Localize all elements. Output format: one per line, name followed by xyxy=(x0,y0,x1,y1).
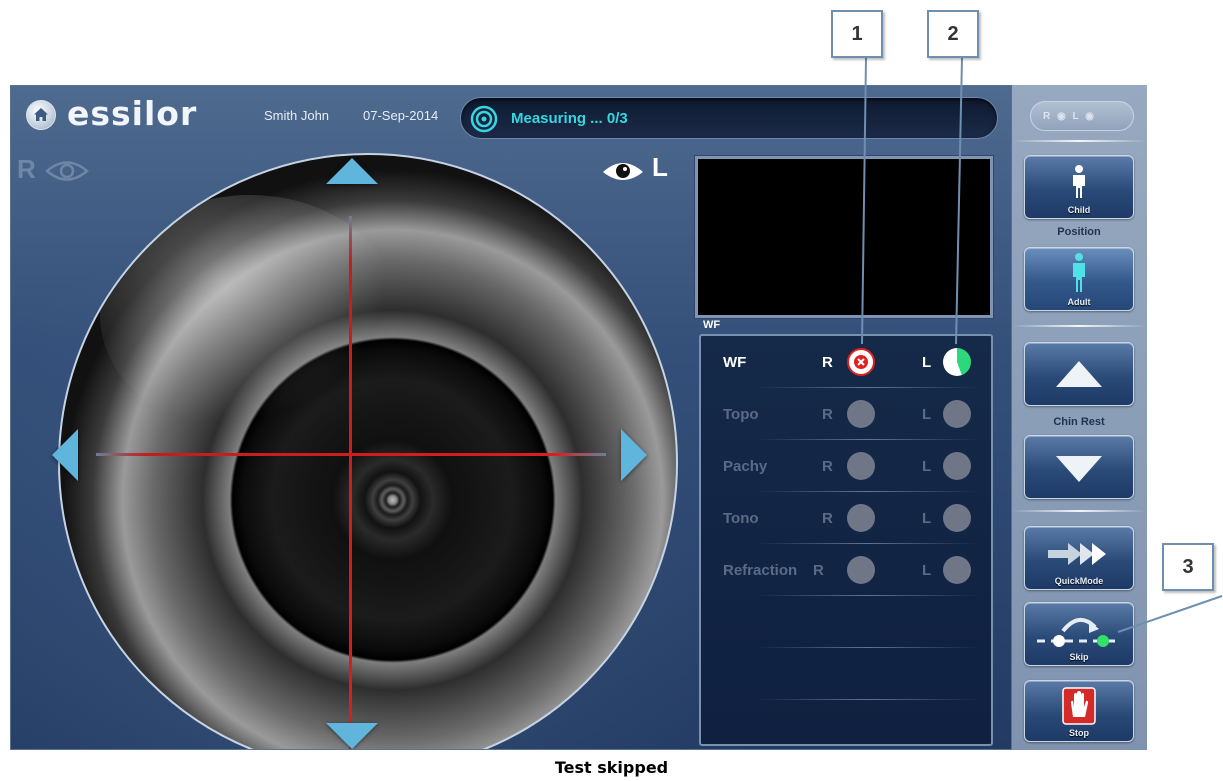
stop-label: Stop xyxy=(1069,728,1089,738)
wf-preview xyxy=(695,156,993,318)
status-failed-icon[interactable] xyxy=(847,348,875,376)
crosshair-vertical xyxy=(349,216,352,749)
left-label: L xyxy=(922,562,932,579)
camera-view xyxy=(58,153,678,749)
left-eye-label: L xyxy=(652,152,668,182)
right-label: R xyxy=(822,354,833,371)
right-label: R xyxy=(822,458,833,475)
status-pending-icon[interactable] xyxy=(943,504,971,532)
measurement-name: Refraction xyxy=(723,562,798,579)
caption: Test skipped xyxy=(554,758,669,777)
divider xyxy=(1012,510,1146,512)
callout-2: 2 xyxy=(927,10,979,58)
crosshair-horizontal xyxy=(96,453,606,456)
target-icon xyxy=(470,105,498,133)
status-pending-icon[interactable] xyxy=(943,400,971,428)
position-label: Position xyxy=(1057,226,1101,238)
brand-logo: essilor xyxy=(67,94,198,133)
triangle-down-icon xyxy=(1056,456,1102,482)
skip-icon xyxy=(1037,618,1121,647)
measurement-name: Tono xyxy=(723,510,759,527)
x-icon xyxy=(854,355,868,369)
home-icon xyxy=(34,108,48,121)
status-pending-icon[interactable] xyxy=(847,400,875,428)
measurement-row-wf: WF R L xyxy=(701,336,991,388)
fast-forward-icon xyxy=(1048,543,1106,565)
quickmode-label: QuickMode xyxy=(1054,576,1104,586)
left-label: L xyxy=(922,458,932,475)
child-icon xyxy=(1073,165,1085,198)
status-bar: Measuring ... 0/3 xyxy=(460,97,998,139)
measurement-name: WF xyxy=(723,354,747,371)
stop-button[interactable]: Stop xyxy=(1024,680,1134,742)
eye-toggle[interactable]: R ◉ L ◉ xyxy=(1030,101,1134,131)
home-button[interactable] xyxy=(26,100,56,130)
empty-row xyxy=(701,700,991,749)
status-text: Measuring ... 0/3 xyxy=(511,110,628,127)
measurement-row-refraction: Refraction R L xyxy=(701,544,991,596)
adult-icon xyxy=(1073,253,1085,292)
right-label: R xyxy=(822,406,833,423)
empty-row xyxy=(701,648,991,700)
chin-rest-down-button[interactable] xyxy=(1024,435,1134,499)
preview-label: WF xyxy=(703,319,721,331)
arrow-left-button[interactable] xyxy=(52,429,78,481)
patient-name: Smith John xyxy=(264,108,330,123)
patient-date: 07-Sep-2014 xyxy=(363,108,439,123)
arrow-down-button[interactable] xyxy=(326,723,378,749)
divider xyxy=(1012,325,1146,327)
chin-rest-label: Chin Rest xyxy=(1053,416,1105,428)
callout-3: 3 xyxy=(1162,543,1214,591)
device-screen: essilor Smith John 07-Sep-2014 Measuring… xyxy=(10,85,1147,750)
adult-button[interactable]: Adult xyxy=(1024,247,1134,311)
divider xyxy=(1012,140,1146,142)
adult-label: Adult xyxy=(1067,297,1091,307)
child-button[interactable]: Child xyxy=(1024,155,1134,219)
status-pending-icon[interactable] xyxy=(943,452,971,480)
quickmode-button[interactable]: QuickMode xyxy=(1024,526,1134,590)
measurement-name: Pachy xyxy=(723,458,768,475)
left-label: L xyxy=(922,406,932,423)
status-progress-icon[interactable] xyxy=(943,348,971,376)
skip-label: Skip xyxy=(1069,652,1089,662)
eye-toggle-label: R ◉ L ◉ xyxy=(1043,111,1096,122)
status-pending-icon[interactable] xyxy=(943,556,971,584)
skip-button[interactable]: Skip xyxy=(1024,602,1134,666)
measurement-name: Topo xyxy=(723,406,759,423)
right-label: R xyxy=(813,562,824,579)
measurement-row-topo: Topo R L xyxy=(701,388,991,440)
arrow-right-button[interactable] xyxy=(621,429,647,481)
stop-hand-icon xyxy=(1062,687,1096,725)
right-eye-label: R xyxy=(17,154,36,184)
eye-icon xyxy=(603,163,643,180)
chin-rest-up-button[interactable] xyxy=(1024,342,1134,406)
empty-row xyxy=(701,596,991,648)
measurement-row-tono: Tono R L xyxy=(701,492,991,544)
right-label: R xyxy=(822,510,833,527)
status-pending-icon[interactable] xyxy=(847,452,875,480)
status-pending-icon[interactable] xyxy=(847,504,875,532)
header: essilor Smith John 07-Sep-2014 Measuring… xyxy=(11,86,1011,146)
left-label: L xyxy=(922,510,932,527)
measurement-row-pachy: Pachy R L xyxy=(701,440,991,492)
triangle-up-icon xyxy=(1056,361,1102,387)
child-label: Child xyxy=(1067,205,1091,215)
eye-icon xyxy=(45,161,89,181)
callout-1: 1 xyxy=(831,10,883,58)
measurement-list: WF R L Topo R L Pachy R L Tono R L Refra… xyxy=(699,334,993,746)
arrow-up-button[interactable] xyxy=(326,158,378,184)
left-label: L xyxy=(922,354,932,371)
status-pending-icon[interactable] xyxy=(847,556,875,584)
